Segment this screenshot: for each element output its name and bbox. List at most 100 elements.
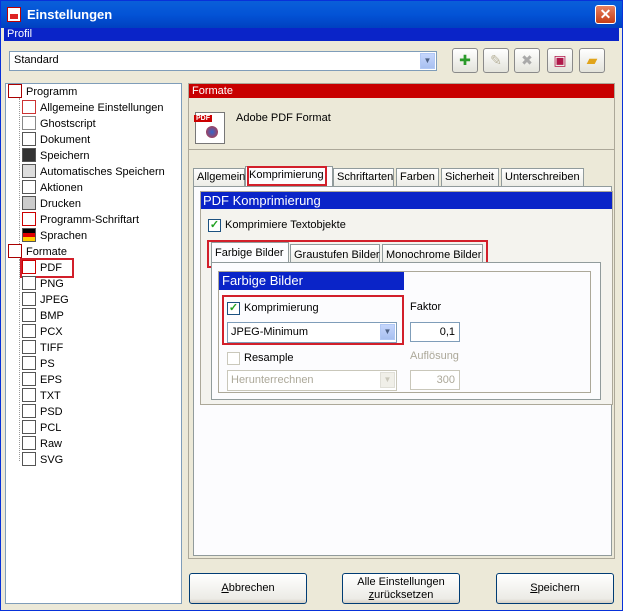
flag-icon xyxy=(22,228,36,242)
profil-label: Profil xyxy=(4,28,619,41)
tree-item-psd[interactable]: PSD xyxy=(22,404,63,420)
tree-item-txt[interactable]: TXT xyxy=(22,388,61,404)
auto-save-icon xyxy=(22,164,36,178)
button-label: urücksetzen xyxy=(374,589,434,601)
add-profile-icon: ✚ xyxy=(459,52,471,68)
tree-node-label: Programm xyxy=(26,86,78,98)
tree-item-label: Automatisches Speichern xyxy=(40,166,165,178)
reset-all-button[interactable]: Alle Einstellungen zurücksetzen xyxy=(342,573,460,604)
tree-item-tiff[interactable]: TIFF xyxy=(22,340,63,356)
tab-farben[interactable]: Farben xyxy=(396,168,439,186)
rename-profile-button[interactable]: ✎ xyxy=(483,48,509,73)
close-button[interactable]: ✕ xyxy=(595,5,616,24)
tree-item-png[interactable]: PNG xyxy=(22,276,64,292)
file-icon xyxy=(22,420,36,434)
file-icon xyxy=(22,452,36,466)
resample-method-select[interactable]: Herunterrechnen ▼ xyxy=(227,370,397,391)
document-icon xyxy=(22,132,36,146)
resolution-input[interactable]: 300 xyxy=(410,370,460,390)
tree-item-label: Drucken xyxy=(40,198,81,210)
tree-item-drucken[interactable]: Drucken xyxy=(22,196,81,212)
tab-unterschreiben[interactable]: Unterschreiben xyxy=(501,168,584,186)
tree-item-label: PCX xyxy=(40,326,63,338)
tree-item-label: EPS xyxy=(40,374,63,386)
factor-label: Faktor xyxy=(410,301,442,313)
button-label: peichern xyxy=(537,582,580,594)
tree-item-pcx[interactable]: PCX xyxy=(22,324,63,340)
factor-input[interactable]: 0,1 xyxy=(410,322,460,342)
tree-item-label: PSD xyxy=(40,406,63,418)
tab-sicherheit[interactable]: Sicherheit xyxy=(441,168,499,186)
chevron-down-icon[interactable]: ▼ xyxy=(420,53,435,69)
delete-profile-button[interactable]: ✖ xyxy=(514,48,540,73)
tab-schriftarten[interactable]: Schriftarten xyxy=(333,168,394,186)
chevron-down-icon[interactable]: ▼ xyxy=(380,372,395,388)
tree-item-label: BMP xyxy=(40,310,64,322)
tree-item-sprachen[interactable]: Sprachen xyxy=(22,228,87,244)
file-icon xyxy=(22,340,36,354)
tree-item-programm-schriftart[interactable]: Programm-Schriftart xyxy=(22,212,139,228)
tree-line xyxy=(19,259,20,461)
settings-window: Einstellungen ✕ Profil Standard ▼ ✚ ✎ ✖ … xyxy=(0,0,623,611)
tree-item-eps[interactable]: EPS xyxy=(22,372,62,388)
file-icon xyxy=(22,436,36,450)
rename-profile-icon: ✎ xyxy=(490,52,502,68)
save-button[interactable]: Speichern xyxy=(496,573,614,604)
group-title: PDF Komprimierung xyxy=(201,192,612,209)
tree-item-label: PNG xyxy=(40,278,64,290)
tree-item-ghostscript[interactable]: Ghostscript xyxy=(22,116,96,132)
disk-icon xyxy=(22,148,36,162)
tree-item-label: Allgemeine Einstellungen xyxy=(40,102,164,114)
profile-select[interactable]: Standard ▼ xyxy=(9,51,437,71)
file-icon xyxy=(22,308,36,322)
tree-item-ps[interactable]: PS xyxy=(22,356,55,372)
tree-line xyxy=(19,98,20,246)
title-bar[interactable]: Einstellungen ✕ xyxy=(1,1,622,28)
app-icon xyxy=(7,7,21,22)
save-profile-button[interactable]: ▣ xyxy=(547,48,573,73)
tree-item-automatisches-speichern[interactable]: Automatisches Speichern xyxy=(22,164,165,180)
format-header-title: Adobe PDF Format xyxy=(236,112,331,124)
tree-item-label: PS xyxy=(40,358,55,370)
add-profile-button[interactable]: ✚ xyxy=(452,48,478,73)
tree-item-label: SVG xyxy=(40,454,64,466)
resample-method-value: Herunterrechnen xyxy=(231,374,314,386)
format-header: PDF Adobe PDF Format xyxy=(189,98,614,150)
compress-text-checkbox[interactable]: ✓ xyxy=(208,219,221,232)
resample-checkbox[interactable] xyxy=(227,352,240,365)
tree-node-programm[interactable]: Programm xyxy=(8,84,77,100)
programm-icon xyxy=(8,84,22,98)
tree-item-label: Ghostscript xyxy=(40,118,96,130)
resolution-label: Auflösung xyxy=(410,350,459,362)
tab-allgemein[interactable]: Allgemein xyxy=(193,168,245,186)
open-profile-button[interactable]: ▰ xyxy=(579,48,605,73)
button-label: Alle Einstellungen xyxy=(357,576,445,588)
cancel-button[interactable]: Abbrechen xyxy=(189,573,307,604)
tree-item-speichern[interactable]: Speichern xyxy=(22,148,90,164)
inner-group-title: Farbige Bilder xyxy=(219,272,404,290)
tree-item-label: Sprachen xyxy=(40,230,88,242)
tree-item-bmp[interactable]: BMP xyxy=(22,308,64,324)
delete-profile-icon: ✖ xyxy=(521,52,533,68)
subtab-page-farbige-bilder: Farbige Bilder ✓ Komprimierung JPEG-Mini… xyxy=(211,262,601,400)
format-panel: Formate PDF Adobe PDF Format Allgemein K… xyxy=(188,83,615,559)
pdf-icon: PDF xyxy=(194,112,225,144)
tree-item-allgemeine-einstellungen[interactable]: Allgemeine Einstellungen xyxy=(22,100,164,116)
tree-item-svg[interactable]: SVG xyxy=(22,452,63,468)
tree-node-label: Formate xyxy=(26,246,67,258)
settings-tree[interactable]: Programm Allgemeine Einstellungen Ghosts… xyxy=(5,83,182,604)
highlight-box xyxy=(20,258,74,278)
tree-item-pcl[interactable]: PCL xyxy=(22,420,61,436)
profile-select-value: Standard xyxy=(14,54,59,66)
file-icon xyxy=(22,292,36,306)
tree-item-label: Speichern xyxy=(40,150,90,162)
highlight-box xyxy=(247,166,327,186)
file-icon xyxy=(22,372,36,386)
tree-item-dokument[interactable]: Dokument xyxy=(22,132,90,148)
tree-item-aktionen[interactable]: Aktionen xyxy=(22,180,83,196)
tree-item-jpeg[interactable]: JPEG xyxy=(22,292,69,308)
color-images-group: Farbige Bilder ✓ Komprimierung JPEG-Mini… xyxy=(218,271,591,393)
font-icon xyxy=(22,212,36,226)
tree-item-raw[interactable]: Raw xyxy=(22,436,62,452)
highlight-box xyxy=(222,295,404,345)
